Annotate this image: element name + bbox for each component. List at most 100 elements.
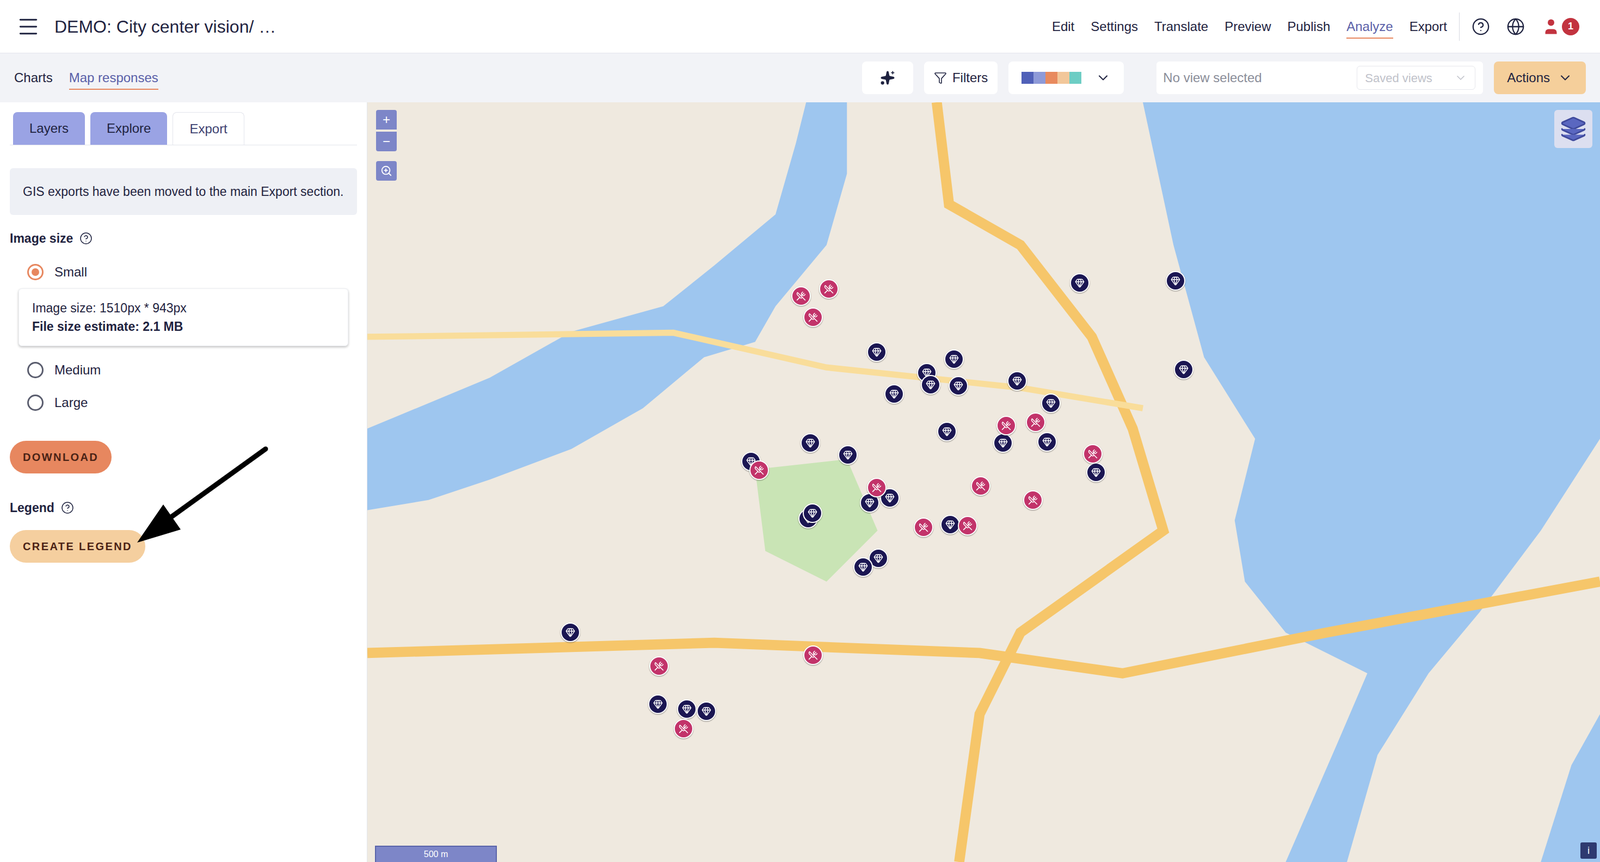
top-bar: DEMO: City center vision/ …EditSettingsT… [0,0,1600,54]
diamond-icon [681,704,692,715]
map-pin[interactable] [940,514,960,535]
size-radio[interactable]: Small [9,255,358,289]
saved-views-select[interactable]: Saved views [1356,65,1476,90]
globe-icon[interactable] [1506,17,1525,36]
map-pin[interactable] [866,477,887,498]
map-pin[interactable] [648,694,668,715]
map-pin[interactable] [1069,273,1090,293]
view-input[interactable]: No view selected [1162,68,1352,88]
map-pin[interactable] [937,421,957,442]
diamond-icon [1074,278,1085,288]
map-pin[interactable] [948,376,969,396]
scale-bar: 500 m [374,845,497,862]
info-button[interactable]: i [1580,842,1597,859]
map-pin[interactable] [1173,359,1194,380]
map-pin[interactable] [802,503,823,523]
create-legend-button[interactable]: CREATE LEGEND [9,530,146,563]
map-pin[interactable] [819,279,839,299]
nav-link[interactable]: Export [1409,14,1448,39]
actions-button[interactable]: Actions [1493,61,1586,95]
nav-link[interactable]: Publish [1287,14,1331,39]
nav-link[interactable]: Edit [1051,14,1075,39]
diamond-icon [945,519,956,530]
map-pin[interactable] [920,374,941,395]
download-button[interactable]: DOWNLOAD [9,440,112,474]
size-radio[interactable]: Large [9,386,358,420]
notification-badge: 1 [1561,17,1580,36]
map-pin[interactable] [696,701,717,722]
diamond-icon [925,379,936,390]
map-pin[interactable] [1165,271,1186,291]
help-icon[interactable] [79,231,93,245]
map-pin[interactable] [800,433,821,453]
panel-tab[interactable]: Explore [90,112,168,145]
map-pin[interactable] [996,415,1017,436]
diamond-icon [1012,376,1023,386]
map-pin[interactable] [803,307,823,328]
map-pin[interactable] [1041,393,1061,414]
annotation-arrow-icon [130,443,273,547]
map-pin[interactable] [1086,462,1106,483]
nav-link[interactable]: Translate [1154,14,1209,39]
zoom-box-button[interactable] [376,161,397,181]
diamond-icon [889,389,900,399]
map-pin[interactable] [913,517,934,538]
zoom-in-button[interactable]: + [376,109,397,130]
map[interactable]: +− 500 m i [367,102,1600,862]
zoom-out-button[interactable]: − [376,131,397,152]
nav-link[interactable]: Settings [1090,14,1138,39]
diamond-icon [1091,467,1101,478]
diamond-icon [873,553,884,564]
map-pin[interactable] [838,445,858,465]
diamond-icon [858,562,869,572]
map-pin[interactable] [1023,490,1043,510]
panel-tab[interactable]: Layers [13,112,85,145]
map-pin[interactable] [957,515,978,536]
utensils-icon [871,482,882,493]
map-pin[interactable] [749,460,769,480]
sub-tab[interactable]: Charts [14,65,53,90]
sub-tab[interactable]: Map responses [69,65,159,90]
utensils-icon [962,520,973,531]
map-pin[interactable] [1025,412,1046,433]
map-pin[interactable] [970,476,991,496]
panel-tab[interactable]: Export [172,112,244,145]
map-pin[interactable] [560,622,581,643]
palette-select[interactable] [1008,61,1124,95]
sparkle-icon [880,70,896,86]
filters-button[interactable]: Filters [924,61,998,95]
map-pin[interactable] [1007,371,1027,391]
map-pin[interactable] [677,699,697,719]
ai-button[interactable] [862,61,914,95]
nav-link[interactable]: Analyze [1346,14,1393,39]
map-pin[interactable] [1082,444,1103,464]
notice-box: GIS exports have been moved to the main … [9,168,358,215]
map-pin[interactable] [944,349,964,369]
diamond-icon [1178,364,1189,375]
map-pin[interactable] [884,384,904,404]
layers-button[interactable] [1554,109,1593,149]
map-pin[interactable] [791,286,811,306]
map-pin[interactable] [673,718,694,739]
help-icon[interactable] [1471,17,1491,36]
panel-tabs: LayersExploreExport [9,112,358,146]
diamond-icon [871,347,882,358]
map-pin[interactable] [853,557,873,577]
map-pin[interactable] [649,656,669,676]
utensils-icon [796,291,806,301]
diamond-icon [565,627,576,638]
help-icon[interactable] [60,501,75,515]
zoom-icon [380,164,393,177]
map-pin[interactable] [803,645,823,666]
user-icon [1541,16,1561,37]
account-menu[interactable]: 1 [1541,16,1580,37]
nav-link[interactable]: Preview [1224,14,1271,39]
diamond-icon [953,380,964,391]
map-pin[interactable] [993,433,1013,453]
chevron-down-icon [1454,71,1468,85]
map-pin[interactable] [866,342,887,362]
size-radio[interactable]: Medium [9,353,358,387]
utensils-icon [754,465,765,476]
menu-icon[interactable] [16,14,41,39]
map-pin[interactable] [1037,432,1057,452]
